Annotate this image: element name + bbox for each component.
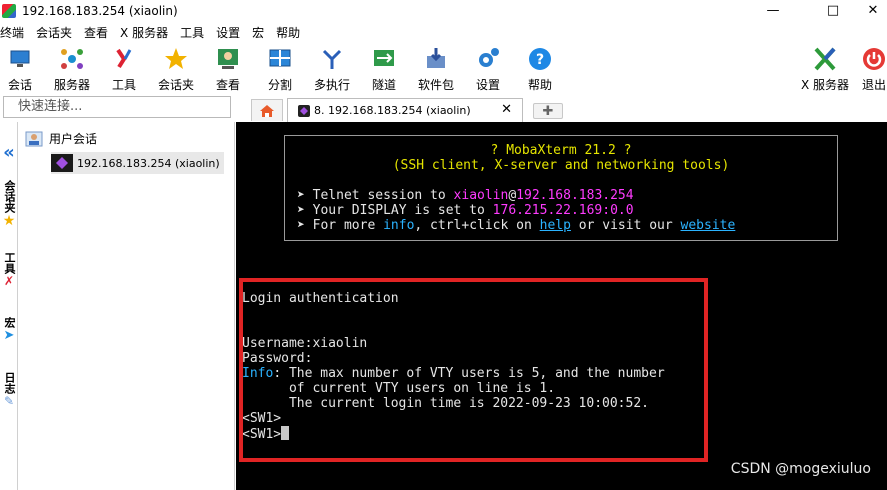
vtab-macros[interactable]: 宏 ➤ bbox=[0, 317, 18, 343]
highlight-box bbox=[239, 278, 708, 462]
tree-session-item[interactable]: 192.168.183.254 (xiaolin) bbox=[51, 152, 224, 174]
session-tab[interactable]: 8. 192.168.183.254 (xiaolin) ✕ bbox=[287, 98, 523, 122]
session-icon bbox=[51, 154, 73, 172]
help-button[interactable]: ? 帮助 bbox=[512, 45, 568, 93]
tunnel-button[interactable]: 隧道 bbox=[356, 45, 412, 93]
packages-button[interactable]: 软件包 bbox=[408, 45, 464, 93]
split-button[interactable]: 分割 bbox=[252, 45, 308, 93]
tab-bar: 8. 192.168.183.254 (xiaolin) ✕ ✚ bbox=[237, 96, 887, 122]
window-title: 192.168.183.254 (xiaolin) bbox=[22, 3, 178, 18]
minimize-button[interactable]: — bbox=[750, 0, 796, 21]
monitor-icon bbox=[8, 47, 32, 71]
view-button[interactable]: 查看 bbox=[200, 45, 256, 93]
welcome-banner: ? MobaXterm 21.2 ? (SSH client, X-server… bbox=[284, 135, 838, 241]
star-icon: ★ bbox=[2, 213, 16, 229]
double-chevron-left-icon: « bbox=[3, 142, 15, 163]
banner-display-line: ➤ Your DISPLAY is set to 176.215.22.169:… bbox=[297, 203, 634, 218]
vtab-log[interactable]: 日志 ✎ bbox=[0, 372, 18, 408]
servers-button[interactable]: 服务器 bbox=[44, 45, 100, 93]
tunnel-icon bbox=[372, 47, 396, 71]
star-icon bbox=[164, 47, 188, 71]
send-icon: ➤ bbox=[3, 328, 15, 343]
website-link[interactable]: website bbox=[681, 218, 736, 233]
collapse-sidebar-button[interactable]: « bbox=[0, 142, 18, 163]
home-icon bbox=[260, 104, 274, 117]
notepad-icon: ✎ bbox=[3, 394, 15, 408]
session-button[interactable]: 会话 bbox=[0, 45, 48, 93]
menu-macros[interactable]: 宏 bbox=[246, 24, 270, 41]
split-screen-icon bbox=[268, 47, 292, 71]
menu-bar: 终端 会话夹 查看 X 服务器 工具 设置 宏 帮助 bbox=[0, 22, 887, 42]
vtab-tools[interactable]: 工具 ✗ bbox=[0, 252, 18, 288]
menu-sessions[interactable]: 会话夹 bbox=[30, 24, 78, 41]
mobaxterm-app-icon bbox=[2, 3, 16, 18]
help-link[interactable]: help bbox=[540, 218, 571, 233]
multiexec-button[interactable]: 多执行 bbox=[304, 45, 360, 93]
banner-subtitle: (SSH client, X-server and networking too… bbox=[392, 158, 730, 173]
menu-help[interactable]: 帮助 bbox=[270, 24, 306, 41]
tab-close-icon[interactable]: ✕ bbox=[501, 102, 512, 117]
menu-tools[interactable]: 工具 bbox=[174, 24, 210, 41]
quick-connect-input[interactable]: 快速连接... bbox=[3, 96, 231, 118]
settings-button[interactable]: 设置 bbox=[460, 45, 516, 93]
session-icon bbox=[298, 104, 310, 117]
power-icon bbox=[862, 47, 886, 71]
tools-button[interactable]: 工具 bbox=[96, 45, 152, 93]
fork-icon bbox=[320, 47, 344, 71]
banner-title: ? MobaXterm 21.2 ? bbox=[490, 143, 632, 158]
sessions-folder-button[interactable]: 会话夹 bbox=[148, 45, 204, 93]
vertical-side-tabs: « 会话夹 ★ 工具 ✗ 宏 ➤ 日志 ✎ bbox=[0, 122, 18, 490]
exit-button[interactable]: 退出 bbox=[846, 45, 887, 93]
banner-more-line: ➤ For more info, ctrl+click on help or v… bbox=[297, 218, 736, 233]
new-tab-button[interactable]: ✚ bbox=[533, 103, 563, 119]
csdn-watermark: CSDN @mogexiuluo bbox=[730, 461, 871, 477]
home-tab[interactable] bbox=[251, 99, 283, 121]
info-link[interactable]: info bbox=[383, 218, 414, 233]
menu-view[interactable]: 查看 bbox=[78, 24, 114, 41]
xserver-button[interactable]: X 服务器 bbox=[797, 45, 853, 93]
gear-icon bbox=[476, 47, 500, 71]
title-bar: 192.168.183.254 (xiaolin) — □ ✕ bbox=[0, 0, 887, 21]
user-folder-icon bbox=[25, 131, 43, 146]
help-icon: ? bbox=[528, 47, 552, 71]
svg-text:?: ? bbox=[536, 52, 544, 68]
menu-settings[interactable]: 设置 bbox=[210, 24, 246, 41]
tree-user-sessions[interactable]: 用户会话 bbox=[25, 130, 97, 147]
menu-terminal[interactable]: 终端 bbox=[0, 24, 30, 41]
x-server-icon bbox=[813, 47, 837, 71]
vtab-sessions[interactable]: 会话夹 ★ bbox=[0, 180, 18, 229]
wrench-icon bbox=[112, 47, 136, 71]
session-tab-label: 8. 192.168.183.254 (xiaolin) bbox=[314, 104, 471, 117]
package-icon bbox=[424, 47, 448, 71]
sessions-sidebar: 用户会话 192.168.183.254 (xiaolin) bbox=[19, 122, 235, 490]
wrench-icon: ✗ bbox=[3, 274, 15, 288]
menu-xserver[interactable]: X 服务器 bbox=[114, 24, 174, 41]
banner-telnet-line: ➤ Telnet session to xiaolin@192.168.183.… bbox=[297, 188, 634, 203]
toolbar: 会话 服务器 工具 会话夹 查看 分割 多执行 隧道 软件包 设置 ? 帮助 X… bbox=[0, 43, 887, 95]
user-view-icon bbox=[216, 47, 240, 71]
close-window-button[interactable]: ✕ bbox=[850, 0, 887, 21]
network-icon bbox=[60, 47, 84, 71]
